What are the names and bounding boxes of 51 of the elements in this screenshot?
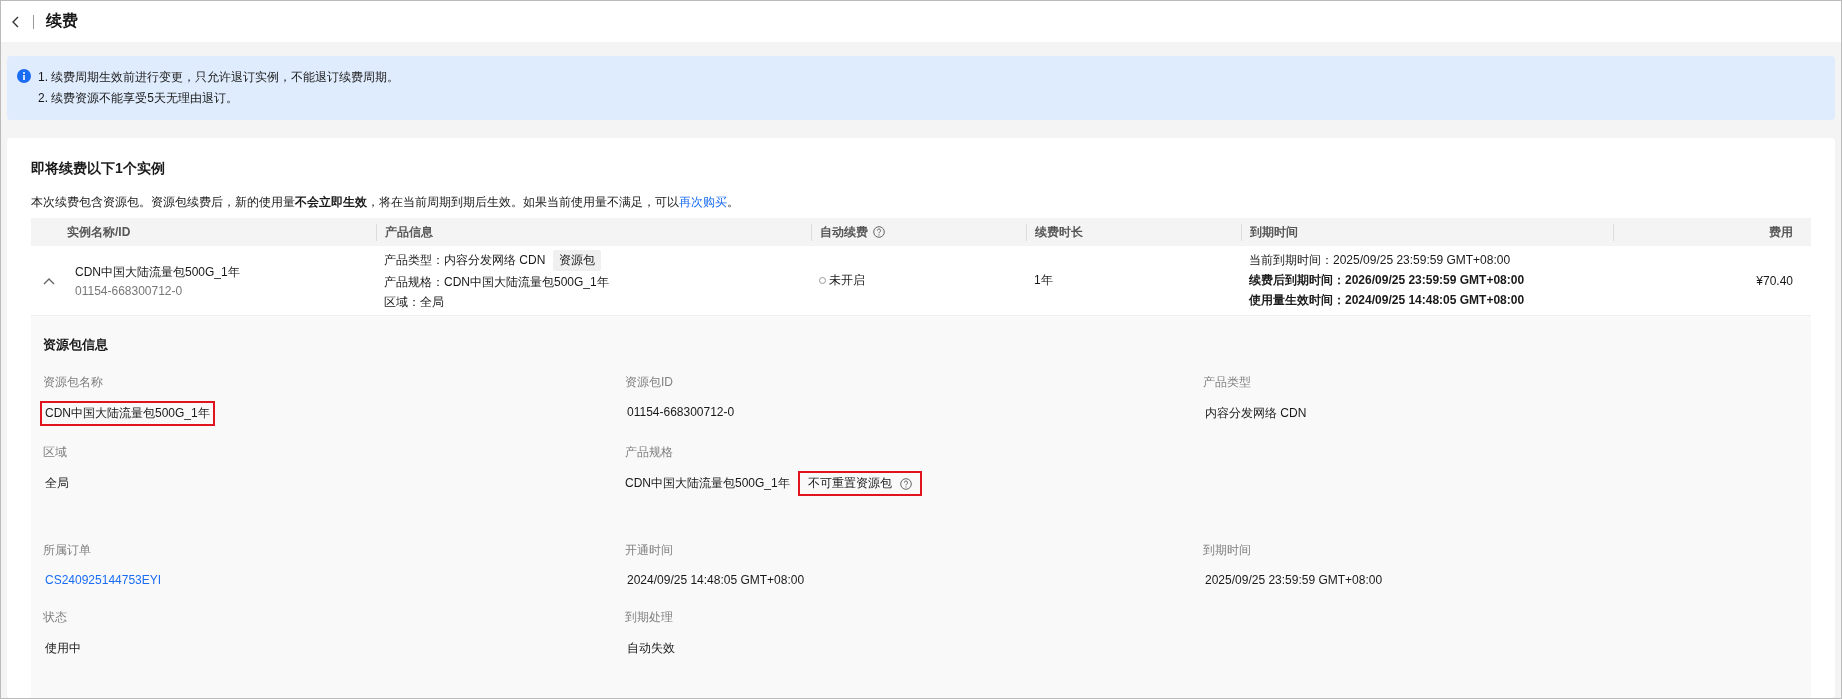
duration: 1年 (1034, 272, 1053, 289)
field-value: 01154-668300712-0 (626, 404, 736, 421)
collapse-button[interactable] (43, 276, 55, 285)
non-resettable-note: 不可重置资源包 (807, 475, 892, 492)
order-link[interactable]: CS240925144753EYI (40, 569, 167, 591)
help-icon[interactable] (873, 226, 885, 238)
column-header: 自动续费 (820, 223, 868, 241)
fee: ¥70.40 (1756, 273, 1793, 288)
section-title: 即将续费以下1个实例 (31, 160, 166, 178)
field-value: 2025/09/25 23:59:59 GMT+08:00 (1204, 572, 1384, 589)
section-description: 本次续费包含资源包。资源包续费后，新的使用量不会立即生效，将在当前周期到期后生效。如果当前使用量不满足，可以再次购买。 (31, 194, 740, 211)
product-info: 产品类型：内容分发网络 CDN (384, 252, 546, 269)
field-value: 全局 (44, 475, 70, 492)
field-value: 使用中 (44, 640, 82, 657)
column-header: 产品信息 (385, 223, 433, 241)
field-label: 所属订单 (43, 542, 92, 559)
instance-id: 01154-668300712-0 (75, 283, 183, 298)
field-label: 区域 (43, 444, 68, 461)
details-title: 资源包信息 (43, 336, 109, 354)
column-header: 实例名称/ID (67, 223, 131, 241)
page-title: 续费 (46, 11, 78, 31)
field-label: 资源包名称 (43, 374, 104, 391)
field-label: 状态 (43, 609, 68, 626)
field-label: 产品类型 (1203, 374, 1252, 391)
buy-again-link[interactable]: 再次购买 (679, 195, 727, 209)
expiry-time: 当前到期时间：2025/09/25 23:59:59 GMT+08:00 (1249, 252, 1511, 269)
auto-renew-status: 未开启 (829, 272, 865, 289)
resource-pack-tag: 资源包 (553, 250, 602, 271)
product-info: 区域：全局 (384, 294, 444, 311)
field-label: 产品规格 (625, 444, 674, 461)
field-value: CDN中国大陆流量包500G_1年 (625, 475, 790, 492)
info-icon (17, 69, 31, 83)
field-label: 资源包ID (625, 374, 674, 391)
help-icon[interactable] (899, 477, 912, 490)
product-info: 产品规格：CDN中国大陆流量包500G_1年 (384, 274, 609, 291)
column-header: 续费时长 (1035, 223, 1083, 241)
notice-text: 2. 续费资源不能享受5天无理由退订。 (38, 90, 239, 107)
notice-text: 1. 续费周期生效前进行变更，只允许退订实例，不能退订续费周期。 (38, 69, 400, 86)
expiry-time: 使用量生效时间：2024/09/25 14:48:05 GMT+08:00 (1249, 292, 1525, 309)
column-header: 到期时间 (1250, 223, 1298, 241)
instance-name: CDN中国大陆流量包500G_1年 (75, 263, 240, 281)
field-value: 2024/09/25 14:48:05 GMT+08:00 (626, 572, 806, 589)
field-label: 到期处理 (625, 609, 674, 626)
field-label: 开通时间 (625, 542, 674, 559)
back-button[interactable] (11, 15, 21, 28)
column-header: 费用 (1769, 223, 1793, 241)
field-value: CDN中国大陆流量包500G_1年 (40, 401, 215, 426)
expiry-time: 续费后到期时间：2026/09/25 23:59:59 GMT+08:00 (1249, 272, 1525, 289)
field-label: 到期时间 (1203, 542, 1252, 559)
field-value: 内容分发网络 CDN (1204, 405, 1308, 422)
field-value: 自动失效 (626, 640, 676, 657)
